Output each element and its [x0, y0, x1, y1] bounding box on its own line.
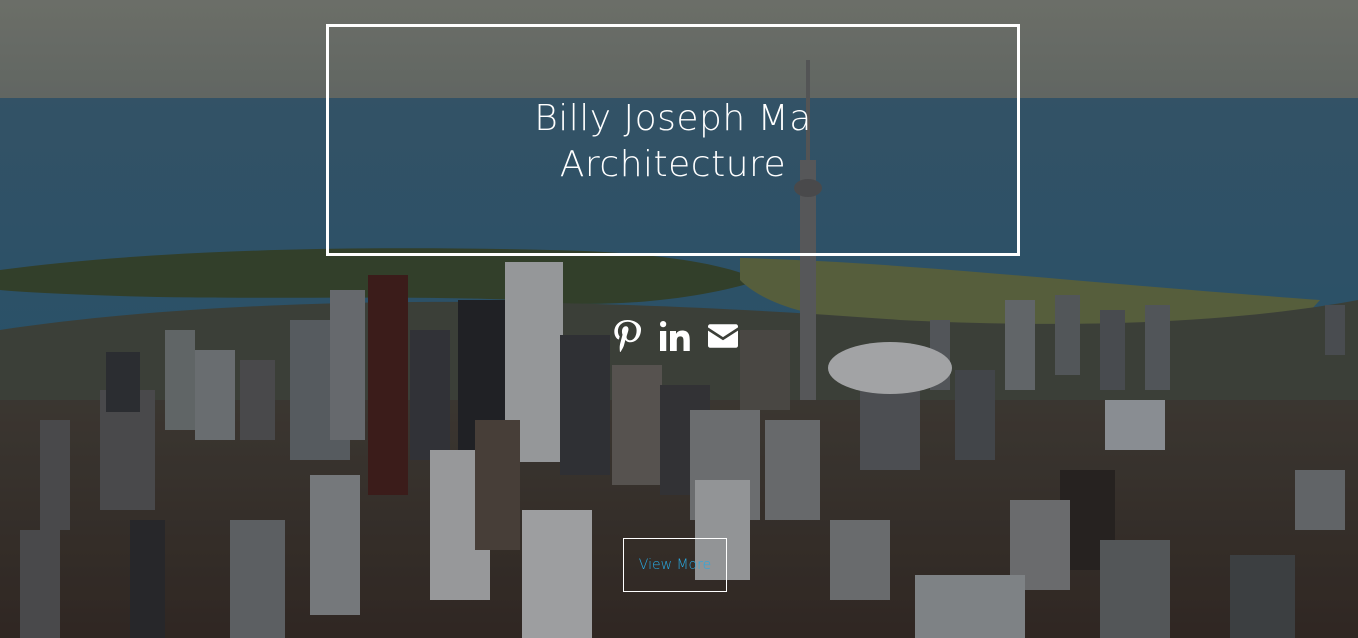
email-icon	[708, 324, 738, 348]
linkedin-link[interactable]	[660, 320, 690, 352]
pinterest-link[interactable]	[612, 320, 642, 353]
linkedin-icon	[660, 321, 690, 351]
pinterest-icon	[614, 320, 642, 353]
view-more-button[interactable]: View More	[623, 538, 727, 592]
social-links	[612, 318, 738, 354]
site-title-line-1: Billy Joseph Ma	[534, 98, 812, 139]
site-title-line-2: Architecture	[559, 144, 787, 185]
site-title: Billy Joseph Ma Architecture	[326, 96, 1020, 188]
email-link[interactable]	[708, 320, 738, 352]
